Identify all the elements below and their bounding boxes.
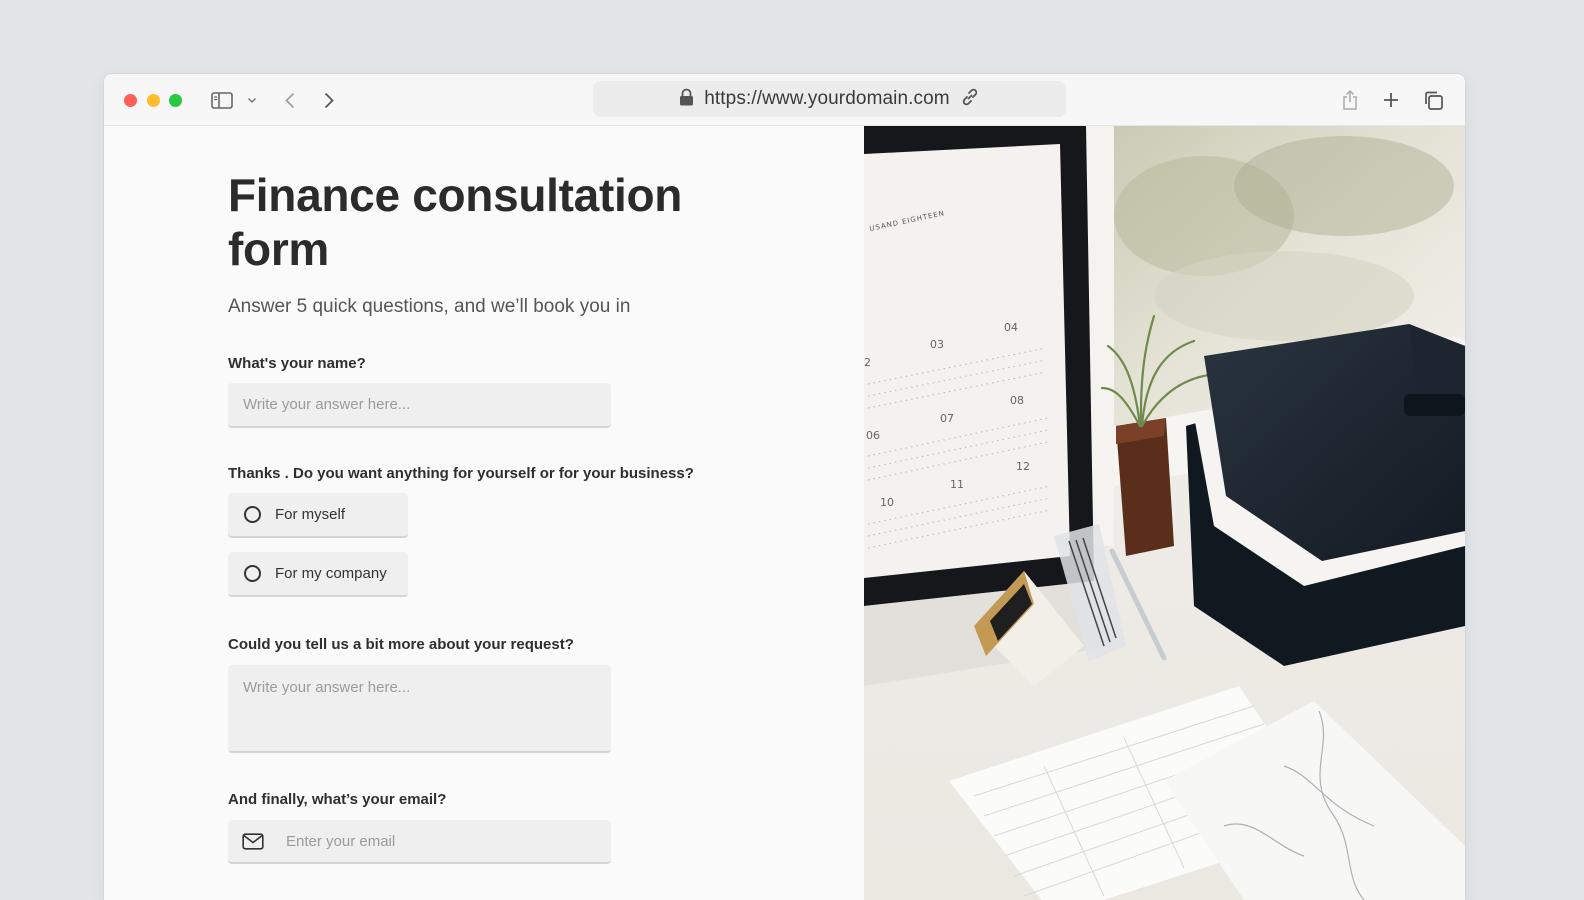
name-input[interactable]: [228, 383, 611, 428]
option-for-my-company[interactable]: For my company: [228, 552, 408, 597]
option-label: For my company: [275, 565, 387, 582]
radio-circle-icon[interactable]: [244, 506, 261, 523]
request-question-label: Could you tell us a bit more about your …: [228, 636, 574, 653]
address-bar[interactable]: https://www.yourdomain.com: [593, 81, 1066, 117]
share-icon[interactable]: [1340, 89, 1360, 111]
calendar-month: 08: [1010, 394, 1024, 407]
request-textarea[interactable]: [228, 665, 611, 753]
chevron-down-icon[interactable]: [246, 89, 258, 111]
calendar-month: 2: [864, 356, 871, 369]
radio-circle-icon[interactable]: [244, 565, 261, 582]
hero-photo: USAND EIGHTEEN 2 03 04 06 07 08 10 11 12: [864, 126, 1465, 900]
link-icon[interactable]: [960, 87, 980, 112]
page-subtitle: Answer 5 quick questions, and we’ll book…: [228, 296, 631, 317]
mail-icon: [242, 832, 264, 850]
calendar-month: 11: [950, 478, 964, 491]
calendar-month: 06: [866, 429, 880, 442]
browser-window: https://www.yourdomain.com Finance consu…: [104, 74, 1465, 900]
option-for-myself[interactable]: For myself: [228, 493, 408, 538]
email-field[interactable]: [228, 820, 611, 864]
browser-toolbar: https://www.yourdomain.com: [104, 74, 1465, 126]
calendar-month: 07: [940, 412, 954, 425]
zoom-window-button[interactable]: [169, 94, 182, 107]
minimize-window-button[interactable]: [147, 94, 160, 107]
purpose-question-label: Thanks . Do you want anything for yourse…: [228, 465, 694, 482]
calendar-month: 03: [930, 338, 944, 351]
page-title: Finance consultation form: [228, 169, 683, 275]
email-input[interactable]: [264, 820, 611, 862]
option-label: For myself: [275, 506, 346, 523]
desk-photo-illustration: USAND EIGHTEEN 2 03 04 06 07 08 10 11 12: [864, 126, 1465, 900]
tabs-icon[interactable]: [1422, 89, 1444, 111]
form-panel: Finance consultation form Answer 5 quick…: [104, 126, 864, 900]
calendar-month: 04: [1004, 321, 1018, 334]
plus-icon[interactable]: [1381, 89, 1401, 111]
email-question-label: And finally, what’s your email?: [228, 791, 447, 808]
calendar-month: 12: [1016, 460, 1030, 473]
calendar-month: 10: [880, 496, 894, 509]
back-icon[interactable]: [283, 89, 297, 111]
close-window-button[interactable]: [124, 94, 137, 107]
sidebar-icon[interactable]: [210, 89, 234, 111]
lock-icon: [679, 88, 694, 111]
url-text[interactable]: https://www.yourdomain.com: [704, 88, 949, 110]
forward-icon[interactable]: [322, 89, 336, 111]
name-question-label: What's your name?: [228, 355, 366, 372]
